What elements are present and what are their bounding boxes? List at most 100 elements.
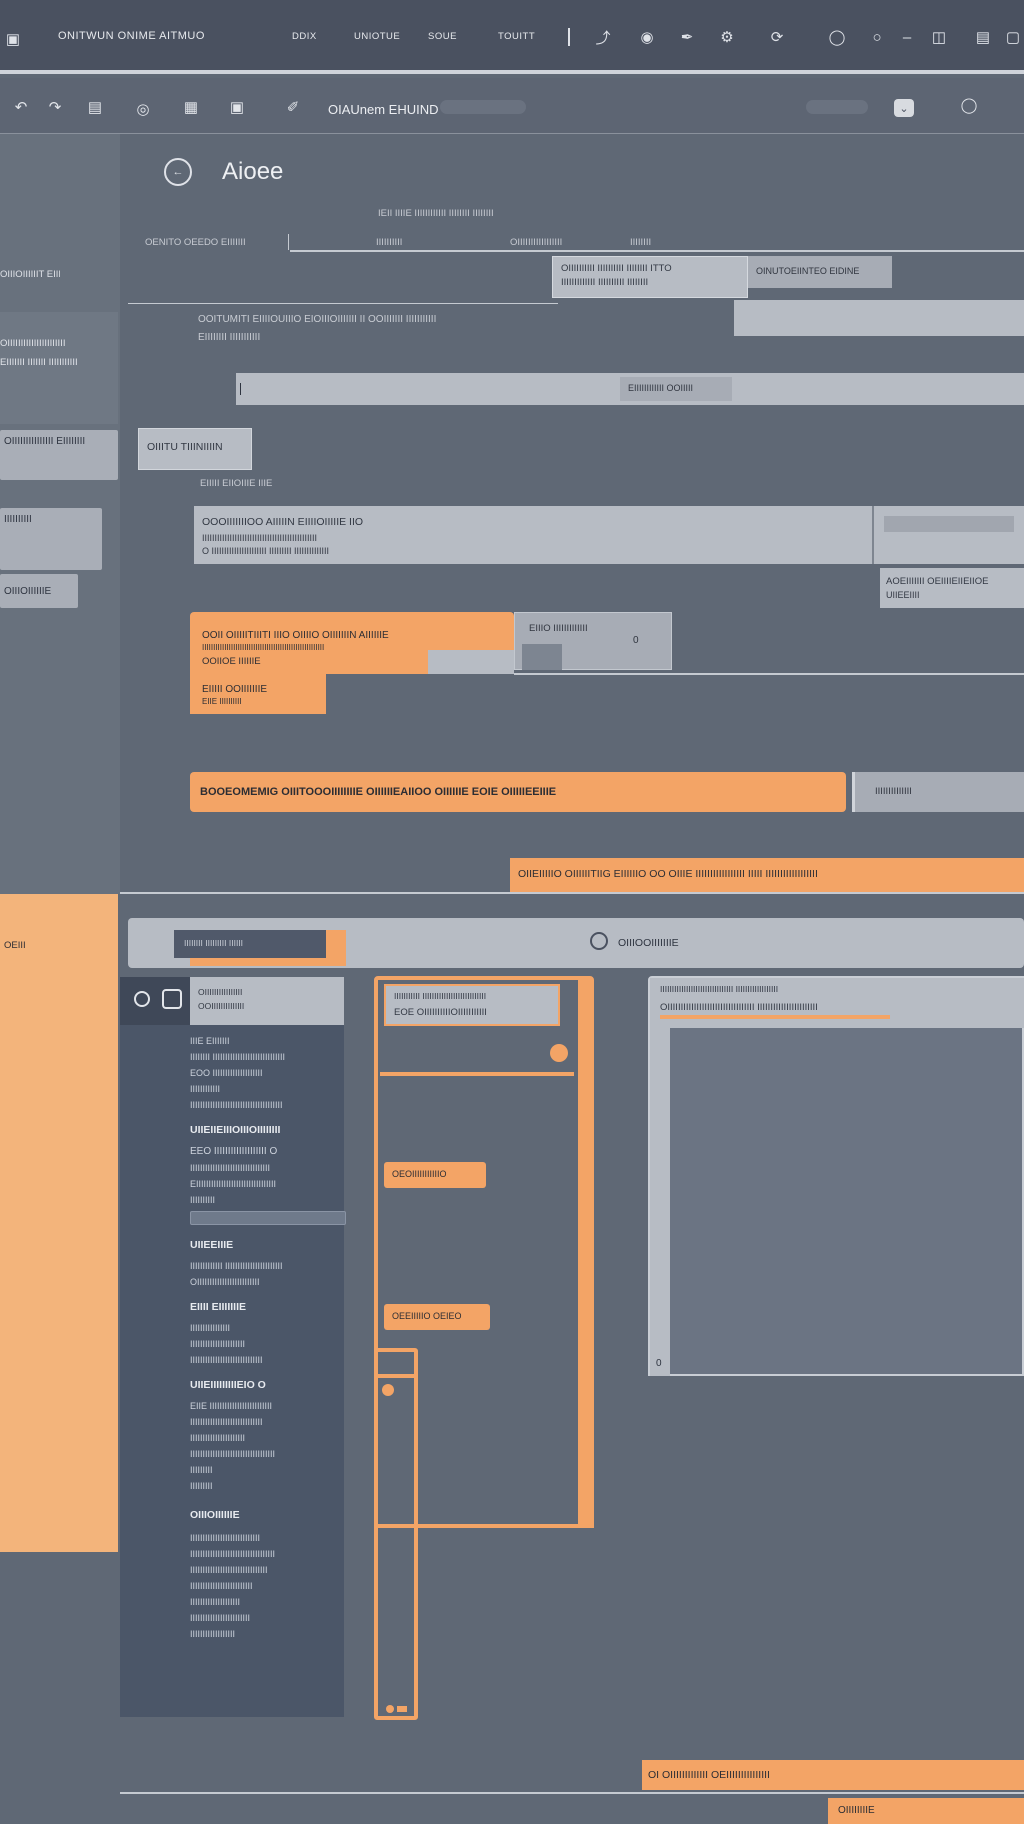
slider-bar-icon	[396, 1706, 407, 1712]
search-field[interactable]	[440, 100, 526, 114]
left-panel-heading-2[interactable]: UIIEEIIIE	[190, 1239, 350, 1251]
small-orange-card[interactable]: EIIIII OOIIIIIIIE EIIE IIIIIIIIII	[190, 674, 326, 714]
left-panel-content: IIIE EIIIIIII IIIIIIII IIIIIIIIIIIIIIIII…	[190, 1036, 350, 1639]
divider-2	[514, 673, 1024, 675]
globe-icon[interactable]: ◉	[636, 26, 658, 48]
tab-handle[interactable]	[326, 930, 346, 960]
minimize-icon[interactable]: –	[896, 26, 918, 48]
columns-icon[interactable]: ◫	[928, 26, 950, 48]
tab-underline	[190, 958, 346, 966]
nav-card-3[interactable]: OIIIOIIIIIIE	[0, 574, 78, 608]
menu-item-4[interactable]: TOUITT	[498, 31, 535, 42]
right-canvas[interactable]	[648, 976, 1024, 1376]
side-grey-swatch	[522, 644, 562, 670]
left-panel-heading-4[interactable]: UIIEIIIIIIIIIEIO O	[190, 1379, 350, 1391]
brush-icon[interactable]: ✐	[282, 96, 304, 118]
separator	[128, 303, 558, 304]
panel-back-icon[interactable]	[134, 991, 150, 1007]
middle-panel-dot[interactable]	[550, 1044, 568, 1062]
target-icon[interactable]: ◎	[132, 98, 154, 120]
column-header-1[interactable]: OENITO OEEDO EIIIIIII	[145, 237, 246, 248]
left-panel-heading-3[interactable]: EIIII EIIIIIIIE	[190, 1301, 350, 1313]
back-icon[interactable]: ←	[164, 158, 192, 186]
wide-banner[interactable]: BOOEOMEMIG OIIITOOOIIIIIIIIE OIIIIIIEAII…	[190, 772, 846, 812]
middle-panel-scrollbar[interactable]	[578, 980, 594, 1528]
settings-icon[interactable]: ⚙	[716, 26, 738, 48]
middle-tag-1[interactable]: OEOIIIIIIIIIIIO	[384, 1162, 486, 1188]
middle-panel-divider	[380, 1072, 574, 1076]
left-panel-heading-5[interactable]: OIIIOIIIIIIE	[190, 1509, 350, 1521]
image-icon[interactable]: ▦	[180, 96, 202, 118]
slider-dot-icon	[385, 1705, 394, 1713]
window-icon[interactable]: ▤	[972, 26, 994, 48]
toolbar: ↶ ↷ ▤ ◎ ▦ ▣ ✐ OIAUnem EHUIND ⌄ ◯	[0, 78, 1024, 134]
circle-icon[interactable]: ○	[866, 26, 888, 48]
column-divider	[288, 234, 289, 250]
section-button[interactable]: OIIITU TIIINIIIIN	[138, 428, 252, 470]
close-icon[interactable]: ▢	[1002, 26, 1024, 48]
panel-menu-icon[interactable]	[162, 989, 182, 1009]
column-header-2[interactable]: IIIIIIIIII	[376, 237, 402, 248]
page-heading: Aioee	[222, 158, 284, 185]
app-title: ONITWUN ONIME AITMUO	[58, 30, 205, 42]
workspace-tab-left[interactable]: IIIIIIII IIIIIIIII IIIIII	[174, 930, 326, 958]
column-header-4[interactable]: IIIIIIII	[630, 237, 651, 248]
document-title: OIAUnem EHUIND	[328, 102, 439, 117]
right-canvas-header: IIIIIIIIIIIIIIIIIIIIIIIIIIIIIII IIIIIIII…	[650, 978, 1024, 1028]
middle-tag-2[interactable]: OEEIIIIIO OEIEO	[384, 1304, 490, 1330]
title-bar: ▣ ONITWUN ONIME AITMUO DDIX UNIOTUE SOUE…	[0, 0, 1024, 74]
nav-item-1[interactable]: OIIIOIIIIIIT EIIIE	[0, 268, 118, 281]
app-logo-icon: ▣	[5, 31, 21, 48]
bottom-tag[interactable]: OIIIIIIIIE	[828, 1798, 1024, 1824]
description-line-2: EIIIIIIII IIIIIIIIIII	[198, 332, 261, 343]
nav-card-2[interactable]: IIIIIIIIII	[0, 508, 102, 570]
info-box: OOOIIIIIIIOO AIIIIIN EIIIIOIIIIIE IIO II…	[194, 506, 872, 564]
nav-group-text: OIIIIIIIIIIIIIIIIIIIIII EIIIIIII IIIIIII…	[0, 338, 78, 368]
divider	[568, 28, 570, 46]
dropdown-chevron-icon[interactable]: ⌄	[894, 99, 914, 117]
account-icon[interactable]: ◯	[958, 94, 980, 116]
undo-icon[interactable]: ↶	[10, 96, 32, 118]
menu-item-1[interactable]: DDIX	[292, 31, 317, 42]
top-right-input[interactable]	[734, 300, 1024, 336]
bottom-slider-controls[interactable]	[378, 1702, 414, 1716]
right-canvas-footer: 0	[656, 1358, 662, 1369]
orange-card-input[interactable]	[428, 650, 514, 674]
info-box-side-field[interactable]	[884, 516, 1014, 532]
section-rule	[120, 892, 1024, 894]
pen-icon[interactable]: ✒	[676, 26, 698, 48]
bottom-banner[interactable]: OI OIIIIIIIIIIIII OEIIIIIIIIIIIIIII	[642, 1760, 1024, 1790]
header-underline	[290, 250, 1024, 252]
page-icon[interactable]: ▣	[226, 96, 248, 118]
bottom-slider-divider	[378, 1374, 414, 1378]
curve-tool-icon[interactable]: ⤴	[592, 26, 614, 48]
tooltip-card: OIIIIIIIIII IIIIIIIIII IIIIIIII ITTO III…	[552, 256, 748, 298]
bottom-slider-track[interactable]	[374, 1348, 418, 1720]
bottom-slider-knob[interactable]	[382, 1384, 394, 1396]
nav-card-1[interactable]: OIIIIIIIIIIIIIII EIIIIIIII	[0, 430, 118, 480]
section-label: EIIIII EIIOIIIE IIIE	[200, 478, 273, 489]
column-header-3[interactable]: OIIIIIIIIIIIIIIIII	[510, 237, 562, 248]
tab-right-icon[interactable]	[590, 932, 608, 950]
workspace-tab-right[interactable]: OIIIOOIIIIIIIE	[618, 937, 679, 949]
zero-icon[interactable]: ◯	[826, 26, 848, 48]
wide-banner-side[interactable]: IIIIIIIIIIIIII	[852, 772, 1024, 812]
layout-icon[interactable]: ▤	[84, 96, 106, 118]
left-panel-heading-1[interactable]: UIIEIIEIIIOIIIOIIIIIIII	[190, 1124, 350, 1136]
info-box-side[interactable]	[872, 506, 1024, 564]
notice-banner[interactable]: OIIEIIIIIO OIIIIIITIIG EIIIIIIO OO OIIIE…	[510, 858, 1024, 892]
description-line-1: OOITUMITI EIIIIOUIIIO EIOIIIOIIIIIII II …	[198, 314, 437, 325]
left-panel-field[interactable]	[190, 1211, 346, 1225]
refresh-icon[interactable]: ⟳	[766, 26, 788, 48]
input-tag[interactable]: EIIIIIIIIIIII OOIIIII	[620, 377, 732, 401]
menu-item-2[interactable]: UNIOTUE	[354, 31, 400, 42]
status-field	[806, 100, 868, 114]
menu-item-3[interactable]: SOUE	[428, 31, 457, 42]
right-canvas-gutter	[650, 1028, 670, 1376]
side-note: AOEIIIIIII OEIIIIEIIEIIOE UIIEEIIII	[880, 568, 1024, 608]
orange-side-strip: OEIII	[0, 894, 118, 1552]
bottom-rule	[120, 1792, 1024, 1794]
redo-icon[interactable]: ↷	[44, 96, 66, 118]
page-subheading: IEII IIIIE IIIIIIIIIIII IIIIIIII IIIIIII…	[378, 208, 494, 219]
middle-panel-header: IIIIIIIIIII IIIIIIIIIIIIIIIIIIIIIIIIIII …	[384, 984, 560, 1026]
